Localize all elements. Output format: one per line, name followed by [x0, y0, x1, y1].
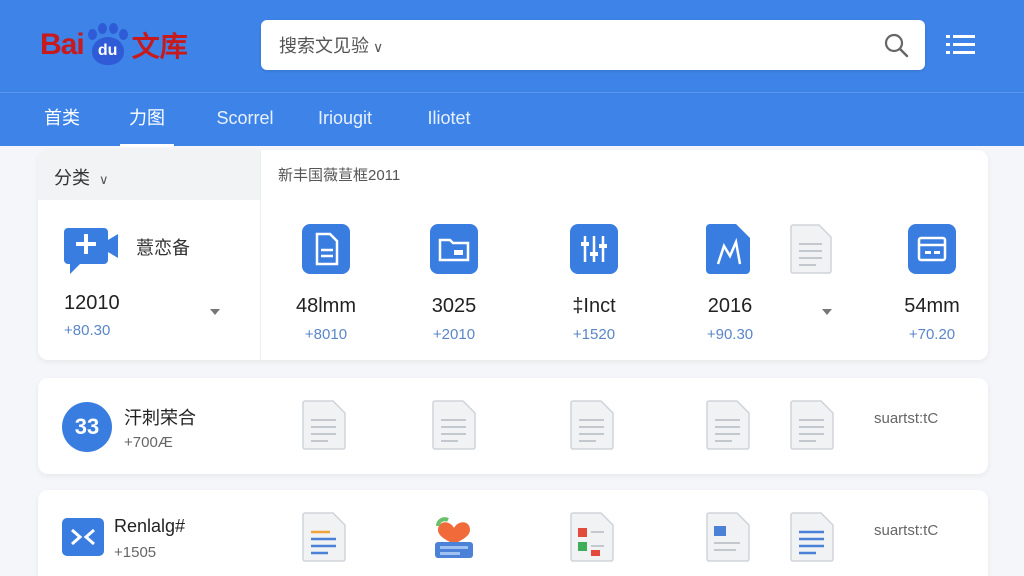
row-title: 汗刺荣合 [124, 408, 196, 428]
heart-book-icon[interactable] [432, 512, 476, 562]
tab-active[interactable]: 力图 [120, 93, 174, 147]
top-bar: Bai du 文库 搜索文见验 ∨ [0, 0, 1024, 92]
pen-document-icon [706, 224, 750, 274]
doc-lines-icon[interactable] [432, 400, 476, 450]
doc-lines-icon[interactable] [706, 400, 750, 450]
doc-lines-icon[interactable] [790, 400, 834, 450]
code-icon [62, 518, 104, 556]
document-icon [302, 224, 350, 274]
stat-delta: +8010 [304, 326, 348, 343]
search-input[interactable]: 搜索文见验 ∨ [261, 20, 925, 70]
add-video-icon [64, 228, 118, 274]
stat-card[interactable]: 48lmm +8010 [278, 224, 374, 343]
doc-lines-icon [790, 224, 832, 274]
stat-delta: +1520 [572, 326, 616, 343]
row-subtitle: +700Æ [124, 434, 173, 451]
doc-lines-icon[interactable] [570, 400, 614, 450]
chevron-down-icon: ∨ [373, 39, 384, 55]
stat-first-value: 12010 [64, 292, 120, 314]
stat-first-delta: +80.30 [64, 322, 111, 339]
folder-card-icon [430, 224, 478, 274]
row-tag: suartst:tC [874, 410, 939, 427]
logo-cjk: 文库 [131, 30, 188, 63]
stat-delta: +90.30 [706, 326, 754, 343]
list-item[interactable]: Renlalg# +1505 suartst:tC [38, 490, 988, 576]
stat-value: ‡Inct [572, 295, 616, 317]
category-dropdown-label: 分类 [54, 168, 90, 188]
stat-value: 2016 [707, 295, 753, 317]
stat-card[interactable]: 3025 +2010 [406, 224, 502, 343]
search-placeholder: 搜索文见验 ∨ [279, 36, 384, 56]
caret-down-icon[interactable] [210, 309, 220, 315]
doc-colored-blocks-icon[interactable] [570, 512, 614, 562]
nav-bar: 首类 力图 Scorrel Iriougit Iliotet [0, 92, 1024, 147]
stat-first-label: 薏恋备 [136, 238, 190, 258]
list-item[interactable]: 33 汗刺荣合 +700Æ suartst:tC [38, 378, 988, 474]
row-subtitle: +1505 [114, 544, 157, 561]
stat-value: 48lmm [295, 295, 356, 317]
stat-value: 3025 [431, 295, 477, 317]
doc-blue-lines-icon[interactable] [790, 512, 834, 562]
stat-card[interactable]: 54mm +70.20 [884, 224, 980, 343]
tab-home[interactable]: 首类 [40, 93, 84, 147]
doc-blue-block-icon[interactable] [706, 512, 750, 562]
stat-card[interactable]: ‡Inct +1520 [546, 224, 642, 343]
stat-card-first[interactable]: 薏恋备 12010 +80.30 [62, 224, 252, 344]
category-title: 新丰国薇荁框2011 [278, 167, 401, 184]
logo-paw-text: du [97, 42, 118, 59]
caret-down-icon[interactable] [822, 309, 832, 315]
chevron-down-icon: ∨ [99, 172, 109, 187]
tab-iriougit[interactable]: Iriougit [312, 93, 378, 147]
equalizer-icon [570, 224, 618, 274]
count-badge: 33 [62, 402, 112, 452]
doc-lines-icon[interactable] [302, 400, 346, 450]
paw-icon: du [86, 23, 130, 67]
row-title: Renlalg# [114, 516, 186, 536]
row-tag: suartst:tC [874, 522, 939, 539]
stat-delta: +70.20 [908, 326, 956, 343]
stat-value: 54mm [904, 295, 960, 317]
tab-scorrel[interactable]: Scorrel [212, 93, 278, 147]
logo-latin: Bai [40, 28, 85, 61]
stat-delta: +2010 [432, 326, 476, 343]
window-icon [908, 224, 956, 274]
baidu-wenku-logo[interactable]: Bai du 文库 [40, 14, 210, 76]
category-panel: 分类 ∨ 新丰国薇荁框2011 薏恋备 12010 +80.30 48lmm +… [38, 150, 988, 360]
stat-card[interactable]: 2016 +90.30 [682, 224, 778, 343]
doc-color-lines-icon[interactable] [302, 512, 346, 562]
tab-iliotet[interactable]: Iliotet [418, 93, 480, 147]
menu-icon[interactable] [946, 32, 976, 58]
category-dropdown[interactable]: 分类 ∨ [38, 150, 260, 200]
divider [260, 150, 261, 360]
search-icon[interactable] [883, 32, 909, 58]
